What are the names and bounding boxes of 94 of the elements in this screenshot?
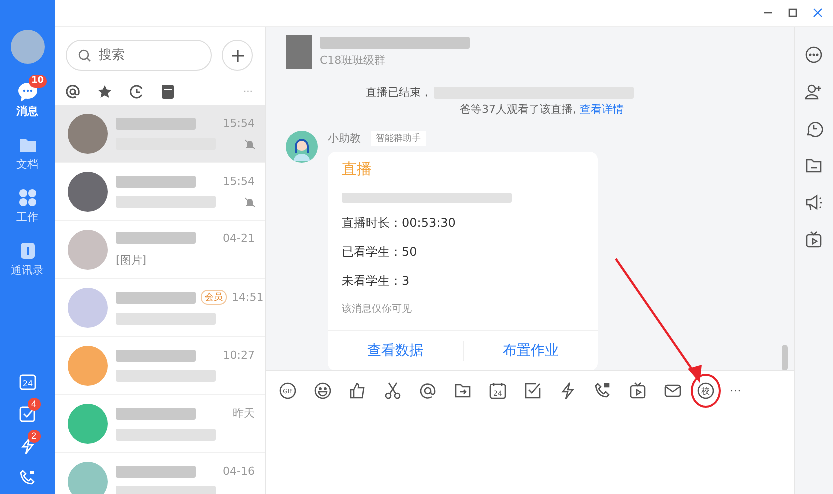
avatar (68, 404, 108, 444)
unread-badge: 10 (28, 75, 48, 88)
avatar (68, 288, 108, 328)
at-sign-icon (66, 85, 80, 99)
megaphone-icon (805, 194, 823, 212)
side-button[interactable] (805, 46, 823, 64)
scissors-icon (384, 382, 402, 400)
filter-button[interactable] (66, 85, 80, 99)
avatar (68, 172, 108, 212)
smiley-icon (314, 382, 332, 400)
conversation-item[interactable]: 04-21 [图片] (55, 221, 265, 279)
stat-line: 未看学生：3 (342, 273, 411, 290)
add-person-icon (805, 83, 823, 101)
side-button[interactable] (805, 157, 823, 175)
assistant-avatar (286, 131, 318, 163)
history-icon (805, 120, 823, 138)
checkbox-icon (18, 405, 36, 423)
visibility-note: 该消息仅你可见 (342, 302, 413, 316)
conversation-item[interactable]: 昨天 (55, 395, 265, 453)
lightning-icon (559, 382, 577, 400)
avatar (68, 230, 108, 270)
circled-character-icon: 校 (697, 382, 715, 400)
nav-tab[interactable]: 工作 (0, 184, 55, 229)
side-button[interactable] (805, 120, 823, 138)
role-badge: 智能群助手 (371, 131, 426, 146)
clock-icon (130, 85, 144, 99)
more-button[interactable]: ··· (728, 382, 744, 400)
tv-play-icon (805, 231, 823, 249)
toolbar-button[interactable] (312, 380, 334, 402)
add-button[interactable] (222, 40, 253, 71)
side-button[interactable] (805, 194, 823, 212)
conversation-item[interactable]: 15:54 (55, 105, 265, 163)
nav-tab[interactable]: 10 消息 (0, 78, 55, 123)
filter-button[interactable] (98, 85, 112, 99)
nav-tab[interactable]: 通讯录 (0, 237, 55, 282)
avatar (68, 114, 108, 154)
group-name: C18班班级群 (320, 54, 386, 66)
stat-line: 直播时长：00:53:30 (342, 215, 457, 232)
four-dots-icon (18, 188, 38, 208)
card-action-button[interactable]: 查看数据 (328, 341, 462, 361)
message-time: 10:27 (223, 349, 255, 362)
conversation-item[interactable]: 04-16 (55, 453, 265, 494)
message-preview: [图片] (116, 252, 147, 268)
conversation-item[interactable]: 10:27 (55, 337, 265, 395)
plus-icon (232, 50, 244, 62)
system-message: 爸等37人观看了该直播, (460, 103, 576, 116)
scrollbar[interactable] (782, 345, 788, 370)
thumbs-up-icon (349, 382, 367, 400)
calendar-icon: 24 (18, 373, 36, 391)
avatar (68, 346, 108, 386)
star-icon (98, 85, 112, 99)
phone-video-icon (594, 382, 612, 400)
folder-icon (805, 157, 823, 175)
message-time: 04-21 (223, 232, 255, 244)
envelope-icon (664, 382, 682, 400)
view-details-link[interactable]: 查看详情 (580, 103, 624, 116)
tv-play-icon (629, 382, 647, 400)
message-time: 15:54 (223, 117, 255, 130)
at-sign-icon (419, 382, 437, 400)
conversation-item[interactable]: 15:54 (55, 163, 265, 221)
checkbox-icon (524, 382, 542, 400)
group-avatar (286, 35, 312, 69)
message-time: 14:51 (232, 291, 264, 304)
side-button[interactable] (805, 231, 823, 249)
phone-video-icon (18, 469, 36, 487)
more-icon (805, 46, 823, 64)
sender-name: 小助教 (328, 131, 361, 146)
message-time: 04-16 (223, 465, 255, 478)
sidebar-tool[interactable]: 2 (8, 430, 46, 462)
side-button[interactable] (805, 83, 823, 101)
member-tag: 会员 (201, 290, 227, 305)
message-time: 昨天 (233, 406, 255, 421)
folder-arrow-icon (454, 382, 472, 400)
system-message: 直播已结束， (366, 85, 432, 100)
sidebar-tool[interactable]: 4 (8, 398, 46, 430)
stat-line: 已看学生：50 (342, 244, 418, 261)
filter-button[interactable] (162, 85, 174, 99)
maximize-icon[interactable] (788, 8, 798, 18)
unread-badge: 2 (28, 430, 40, 443)
card-action-button[interactable]: 布置作业 (462, 341, 598, 361)
close-icon[interactable] (813, 8, 823, 18)
message-input[interactable] (266, 411, 794, 494)
more-button[interactable]: ··· (243, 86, 253, 98)
archive-icon (162, 85, 174, 99)
card-title: 直播 (342, 160, 373, 179)
unread-badge: 4 (28, 398, 40, 411)
avatar (68, 462, 108, 494)
nav-tab[interactable]: 文档 (0, 131, 55, 176)
message-time: 15:54 (223, 175, 255, 188)
search-field[interactable]: 搜索 (66, 40, 212, 71)
filter-button[interactable] (130, 85, 144, 99)
conversation-item[interactable]: 会员 14:51 (55, 279, 265, 337)
sidebar-tool[interactable]: 24 (8, 366, 46, 398)
search-icon (78, 49, 92, 63)
